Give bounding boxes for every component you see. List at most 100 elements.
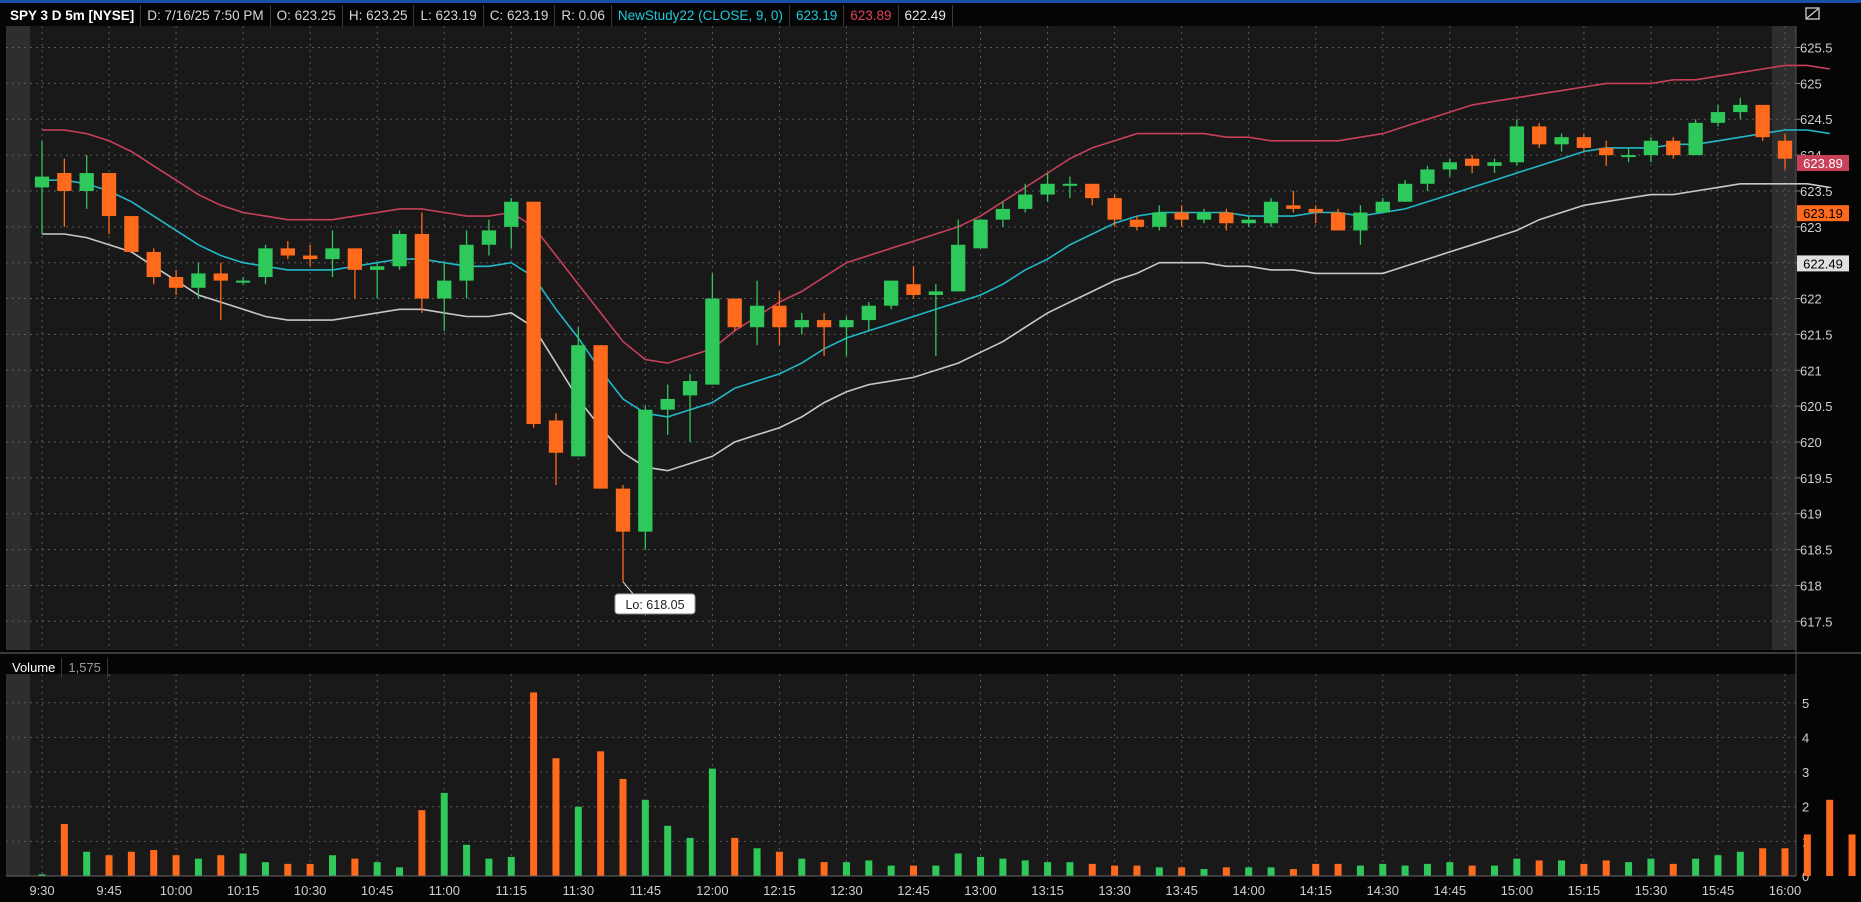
candle-body: [146, 251, 161, 278]
candle-body: [1442, 162, 1457, 170]
volume-bar: [239, 853, 247, 876]
candle-body: [1755, 104, 1770, 138]
candle-body: [1688, 122, 1703, 156]
candle: [1532, 122, 1547, 148]
volume-bar: [530, 692, 538, 876]
volume-tick-label: 3: [1802, 765, 1809, 780]
candle-body: [1308, 208, 1323, 213]
volume-bar: [1088, 863, 1096, 876]
candle-body: [1263, 201, 1279, 224]
candle-body: [682, 381, 698, 396]
volume-bar: [150, 850, 158, 876]
volume-bar: [574, 806, 582, 876]
candle: [593, 345, 608, 489]
time-tick-label: 12:30: [830, 883, 863, 898]
candle-body: [1733, 104, 1748, 113]
candle-body: [1487, 162, 1502, 166]
range-label: R: 0.06: [555, 5, 612, 27]
volume-bar: [1446, 862, 1454, 876]
candle-body: [414, 234, 430, 299]
candle-body: [1062, 183, 1078, 186]
volume-bar: [1356, 865, 1364, 876]
candle-body: [816, 320, 832, 328]
time-tick-label: 11:00: [428, 883, 460, 898]
chart-canvas[interactable]: 617.5 618 618.5 619 619.5 620 620.5 621 621.5 622…: [0, 0, 1861, 902]
volume-bar: [217, 855, 225, 876]
volume-pane: [6, 674, 1796, 876]
volume-bar: [865, 860, 873, 876]
candle-body: [79, 173, 94, 191]
candle: [571, 327, 586, 457]
candle-body: [1018, 194, 1033, 209]
volume-bar: [842, 862, 850, 876]
volume-bar: [1759, 848, 1767, 876]
candle-body: [749, 305, 765, 328]
date-label: D: 7/16/25 7:50 PM: [141, 5, 271, 27]
volume-bar: [1692, 858, 1700, 876]
time-tick-label: 12:15: [763, 883, 796, 898]
candle-body: [191, 273, 206, 288]
volume-bar: [977, 856, 985, 876]
time-tick-label: 14:00: [1232, 883, 1265, 898]
candle-body: [1397, 183, 1413, 202]
time-tick-label: 13:30: [1098, 883, 1131, 898]
candle-body: [34, 176, 50, 188]
candle-body: [1107, 198, 1122, 220]
candle-body: [168, 277, 184, 288]
candle-body: [1532, 126, 1547, 145]
candle-body: [325, 248, 340, 260]
restore-window-icon[interactable]: [1804, 6, 1822, 22]
volume-bar: [261, 862, 269, 876]
volume-tick-label: 5: [1802, 696, 1809, 711]
candle-body: [660, 398, 675, 410]
volume-bar: [1155, 867, 1163, 876]
candle-body: [1710, 112, 1726, 123]
time-tick-label: 14:30: [1366, 883, 1399, 898]
price-tick-label: 622: [1800, 292, 1822, 307]
candle-body: [615, 488, 631, 532]
price-tick-label: 619.5: [1800, 471, 1833, 486]
volume-bar: [373, 862, 381, 876]
volume-bar: [172, 855, 180, 876]
candle-body: [526, 201, 541, 425]
volume-bar: [1826, 799, 1834, 876]
time-tick-label: 11:45: [630, 883, 662, 898]
volume-bar: [440, 792, 448, 876]
window-top-border: [0, 0, 1861, 3]
time-tick-label: 10:15: [227, 883, 260, 898]
volume-bar: [127, 851, 135, 876]
candle-body: [1040, 183, 1055, 195]
time-tick-label: 15:30: [1635, 883, 1668, 898]
study-label[interactable]: NewStudy22 (CLOSE, 9, 0): [612, 5, 790, 27]
candle-body: [928, 291, 943, 295]
candle-body: [1666, 140, 1681, 156]
study-value-lower: 622.49: [899, 5, 953, 27]
symbol-label[interactable]: SPY 3 D 5m [NYSE]: [4, 5, 142, 27]
candle-body: [861, 305, 876, 321]
volume-bar: [351, 858, 359, 876]
volume-bar: [641, 799, 649, 876]
candle-body: [1465, 158, 1480, 166]
volume-bar: [552, 758, 560, 876]
volume-bar: [775, 851, 783, 876]
candle-body: [1576, 137, 1592, 148]
volume-bar: [1379, 863, 1387, 876]
volume-bar: [418, 810, 426, 876]
open-label: O: 623.25: [271, 5, 343, 27]
candle-body: [995, 208, 1011, 220]
volume-bar: [932, 865, 940, 876]
volume-bar: [1021, 860, 1029, 876]
volume-label[interactable]: Volume: [6, 658, 63, 678]
candle-body: [303, 255, 318, 260]
candle: [526, 201, 541, 428]
candle: [1263, 198, 1279, 227]
candle-body: [235, 280, 251, 283]
volume-bar: [463, 844, 471, 876]
volume-bar: [1200, 869, 1208, 876]
high-label: H: 623.25: [343, 5, 415, 27]
volume-bar: [1133, 865, 1141, 876]
price-tick-label: 625: [1800, 76, 1822, 91]
candle-body: [481, 230, 497, 245]
candle-body: [1330, 212, 1346, 231]
time-tick-label: 9:45: [96, 883, 121, 898]
